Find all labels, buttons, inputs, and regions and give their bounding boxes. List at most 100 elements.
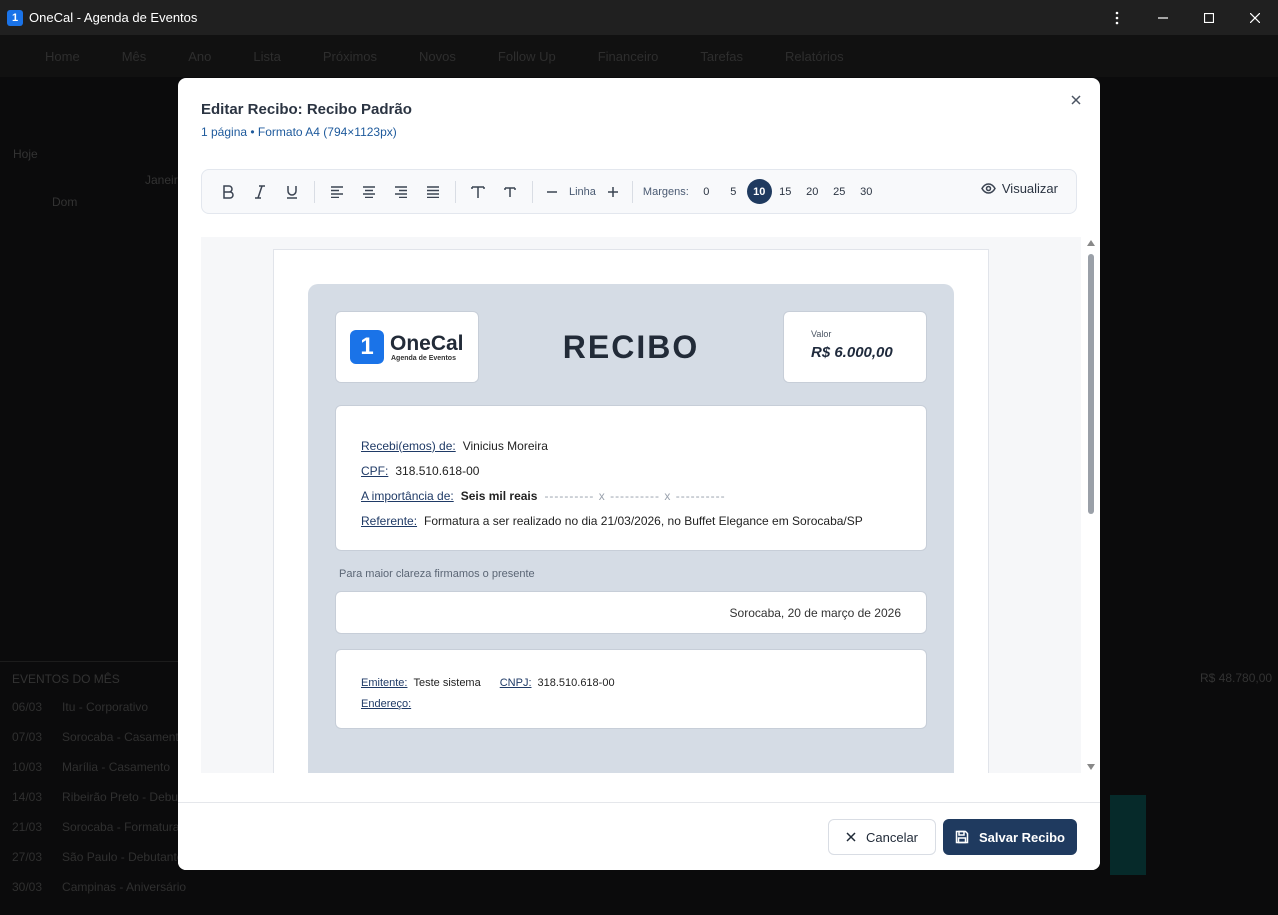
margin-option-0[interactable]: 0 xyxy=(693,179,720,204)
save-receipt-button[interactable]: Salvar Recibo xyxy=(943,819,1077,855)
minus-icon xyxy=(547,190,557,193)
bg-event-row: 06/03 Itu - Corporativo xyxy=(12,700,149,714)
align-justify-icon xyxy=(427,185,439,198)
bold-icon xyxy=(223,184,234,199)
bg-nav-item: Home xyxy=(45,48,80,64)
amount-dashes: ---------- x ---------- x ---------- xyxy=(544,488,726,503)
bg-nav-item: Financeiro xyxy=(597,48,659,64)
bg-nav-item: Follow Up xyxy=(497,48,556,64)
value-amount[interactable]: R$ 6.000,00 xyxy=(811,344,926,361)
font-size-increase-button[interactable] xyxy=(462,177,494,207)
scroll-thumb[interactable] xyxy=(1088,254,1094,514)
bg-events-header: EVENTOS DO MÊS xyxy=(12,672,120,686)
toolbar-divider xyxy=(314,180,315,203)
line-spacing-increase-button[interactable] xyxy=(600,177,626,207)
place-date: Sorocaba, 20 de março de 2026 xyxy=(729,605,901,620)
bg-weekday: Dom xyxy=(52,195,78,209)
bg-event-row: 14/03 Ribeirão Preto - Debutante xyxy=(12,790,205,804)
reference-value: Formatura a ser realizado no dia 21/03/2… xyxy=(424,513,863,528)
align-right-button[interactable] xyxy=(385,177,417,207)
margin-option-10[interactable]: 10 xyxy=(746,179,772,204)
bg-nav-item: Próximos xyxy=(322,48,378,64)
margin-option-15[interactable]: 15 xyxy=(772,179,799,204)
editor-canvas[interactable]: 1 OneCal Agenda de Eventos RECIBO Valor … xyxy=(201,237,1081,773)
toolbar-divider xyxy=(455,180,456,203)
close-icon xyxy=(1250,12,1260,23)
margin-option-5[interactable]: 5 xyxy=(720,179,747,204)
line-spacing-decrease-button[interactable] xyxy=(539,177,565,207)
underline-button[interactable] xyxy=(276,177,308,207)
bg-nav-item: Mês xyxy=(121,48,147,64)
logo-name: OneCal xyxy=(390,331,464,355)
italic-icon xyxy=(255,184,265,199)
cancel-button[interactable]: Cancelar xyxy=(828,819,936,855)
bg-event-row: 10/03 Marília - Casamento xyxy=(12,760,171,774)
align-left-button[interactable] xyxy=(321,177,353,207)
align-center-button[interactable] xyxy=(353,177,385,207)
maximize-button[interactable] xyxy=(1186,0,1232,35)
text-small-icon xyxy=(504,186,516,197)
issuer-value: Teste sistema xyxy=(413,676,481,689)
window-controls xyxy=(1094,0,1278,35)
amount-line[interactable]: A importância de: Seis mil reais -------… xyxy=(361,483,926,508)
margin-option-25[interactable]: 25 xyxy=(826,179,853,204)
preview-button[interactable]: Visualizar xyxy=(981,181,1058,196)
minimize-button[interactable] xyxy=(1140,0,1186,35)
margin-option-30[interactable]: 30 xyxy=(853,179,880,204)
background-nav: Home Mês Ano Lista Próximos Novos Follow… xyxy=(0,35,1278,77)
bold-button[interactable] xyxy=(212,177,244,207)
kebab-menu-icon xyxy=(1115,11,1119,24)
margin-option-20[interactable]: 20 xyxy=(799,179,826,204)
value-label[interactable]: Valor xyxy=(811,329,926,339)
editor-scrollbar[interactable] xyxy=(1086,240,1096,770)
address-line[interactable]: Endereço: xyxy=(361,693,926,714)
dialog-subtitle: 1 página • Formato A4 (794×1123px) xyxy=(201,125,397,139)
eye-icon xyxy=(981,183,996,194)
received-from-line[interactable]: Recebi(emos) de: Vinicius Moreira xyxy=(361,433,926,458)
reference-line[interactable]: Referente: Formatura a ser realizado no … xyxy=(361,508,926,533)
bg-event-row: 07/03 Sorocaba - Casamento xyxy=(12,730,186,744)
close-icon xyxy=(1071,95,1081,105)
align-center-icon xyxy=(363,185,375,198)
margins-label: Margens: xyxy=(642,185,689,198)
place-date-card[interactable]: Sorocaba, 20 de março de 2026 xyxy=(335,591,927,634)
issuer-line[interactable]: Emitente: Teste sistema CNPJ: 318.510.61… xyxy=(361,672,926,693)
logo-tagline: Agenda de Eventos xyxy=(391,354,456,362)
receipt-template[interactable]: 1 OneCal Agenda de Eventos RECIBO Valor … xyxy=(308,284,954,773)
close-icon xyxy=(846,832,856,842)
save-label: Salvar Recibo xyxy=(979,829,1065,845)
maximize-icon xyxy=(1204,12,1214,23)
more-options-button[interactable] xyxy=(1094,0,1140,35)
scroll-up-arrow[interactable] xyxy=(1087,240,1095,246)
bg-event-row: 21/03 Sorocaba - Formatura xyxy=(12,820,180,834)
received-from-value: Vinicius Moreira xyxy=(462,438,548,453)
cancel-label: Cancelar xyxy=(865,829,919,845)
line-spacing-label: Linha xyxy=(569,185,596,198)
bg-event-row: 27/03 São Paulo - Debutante xyxy=(12,850,184,864)
bg-nav-item: Ano xyxy=(188,48,212,64)
cpf-line[interactable]: CPF: 318.510.618-00 xyxy=(361,458,926,483)
italic-button[interactable] xyxy=(244,177,276,207)
amount-words: Seis mil reais xyxy=(460,488,538,503)
bg-nav-item: Lista xyxy=(253,48,281,64)
cpf-value: 318.510.618-00 xyxy=(395,463,480,478)
a4-page[interactable]: 1 OneCal Agenda de Eventos RECIBO Valor … xyxy=(273,249,989,773)
bg-event-row: 30/03 Campinas - Aniversário xyxy=(12,880,187,894)
receipt-title[interactable]: RECIBO xyxy=(550,329,712,366)
editor-toolbar: Linha Margens: 0 5 10 15 20 25 30 Visual… xyxy=(201,169,1077,214)
scroll-down-arrow[interactable] xyxy=(1087,764,1095,770)
window-titlebar: 1 OneCal - Agenda de Eventos xyxy=(0,0,1278,35)
window-close-button[interactable] xyxy=(1232,0,1278,35)
align-justify-button[interactable] xyxy=(417,177,449,207)
dialog-title: Editar Recibo: Recibo Padrão xyxy=(201,101,412,118)
font-size-decrease-button[interactable] xyxy=(494,177,526,207)
toolbar-divider xyxy=(532,180,533,203)
bg-chart-bar xyxy=(1110,795,1146,875)
clarity-text[interactable]: Para maior clareza firmamos o presente xyxy=(339,568,535,580)
dialog-footer: Cancelar Salvar Recibo xyxy=(178,802,1100,870)
dialog-close-button[interactable] xyxy=(1068,92,1084,108)
edit-receipt-dialog: Editar Recibo: Recibo Padrão 1 página • … xyxy=(178,78,1100,870)
logo-card: 1 OneCal Agenda de Eventos xyxy=(335,311,479,383)
bg-today: Hoje xyxy=(13,147,38,161)
issuer-card: Emitente: Teste sistema CNPJ: 318.510.61… xyxy=(335,649,927,729)
